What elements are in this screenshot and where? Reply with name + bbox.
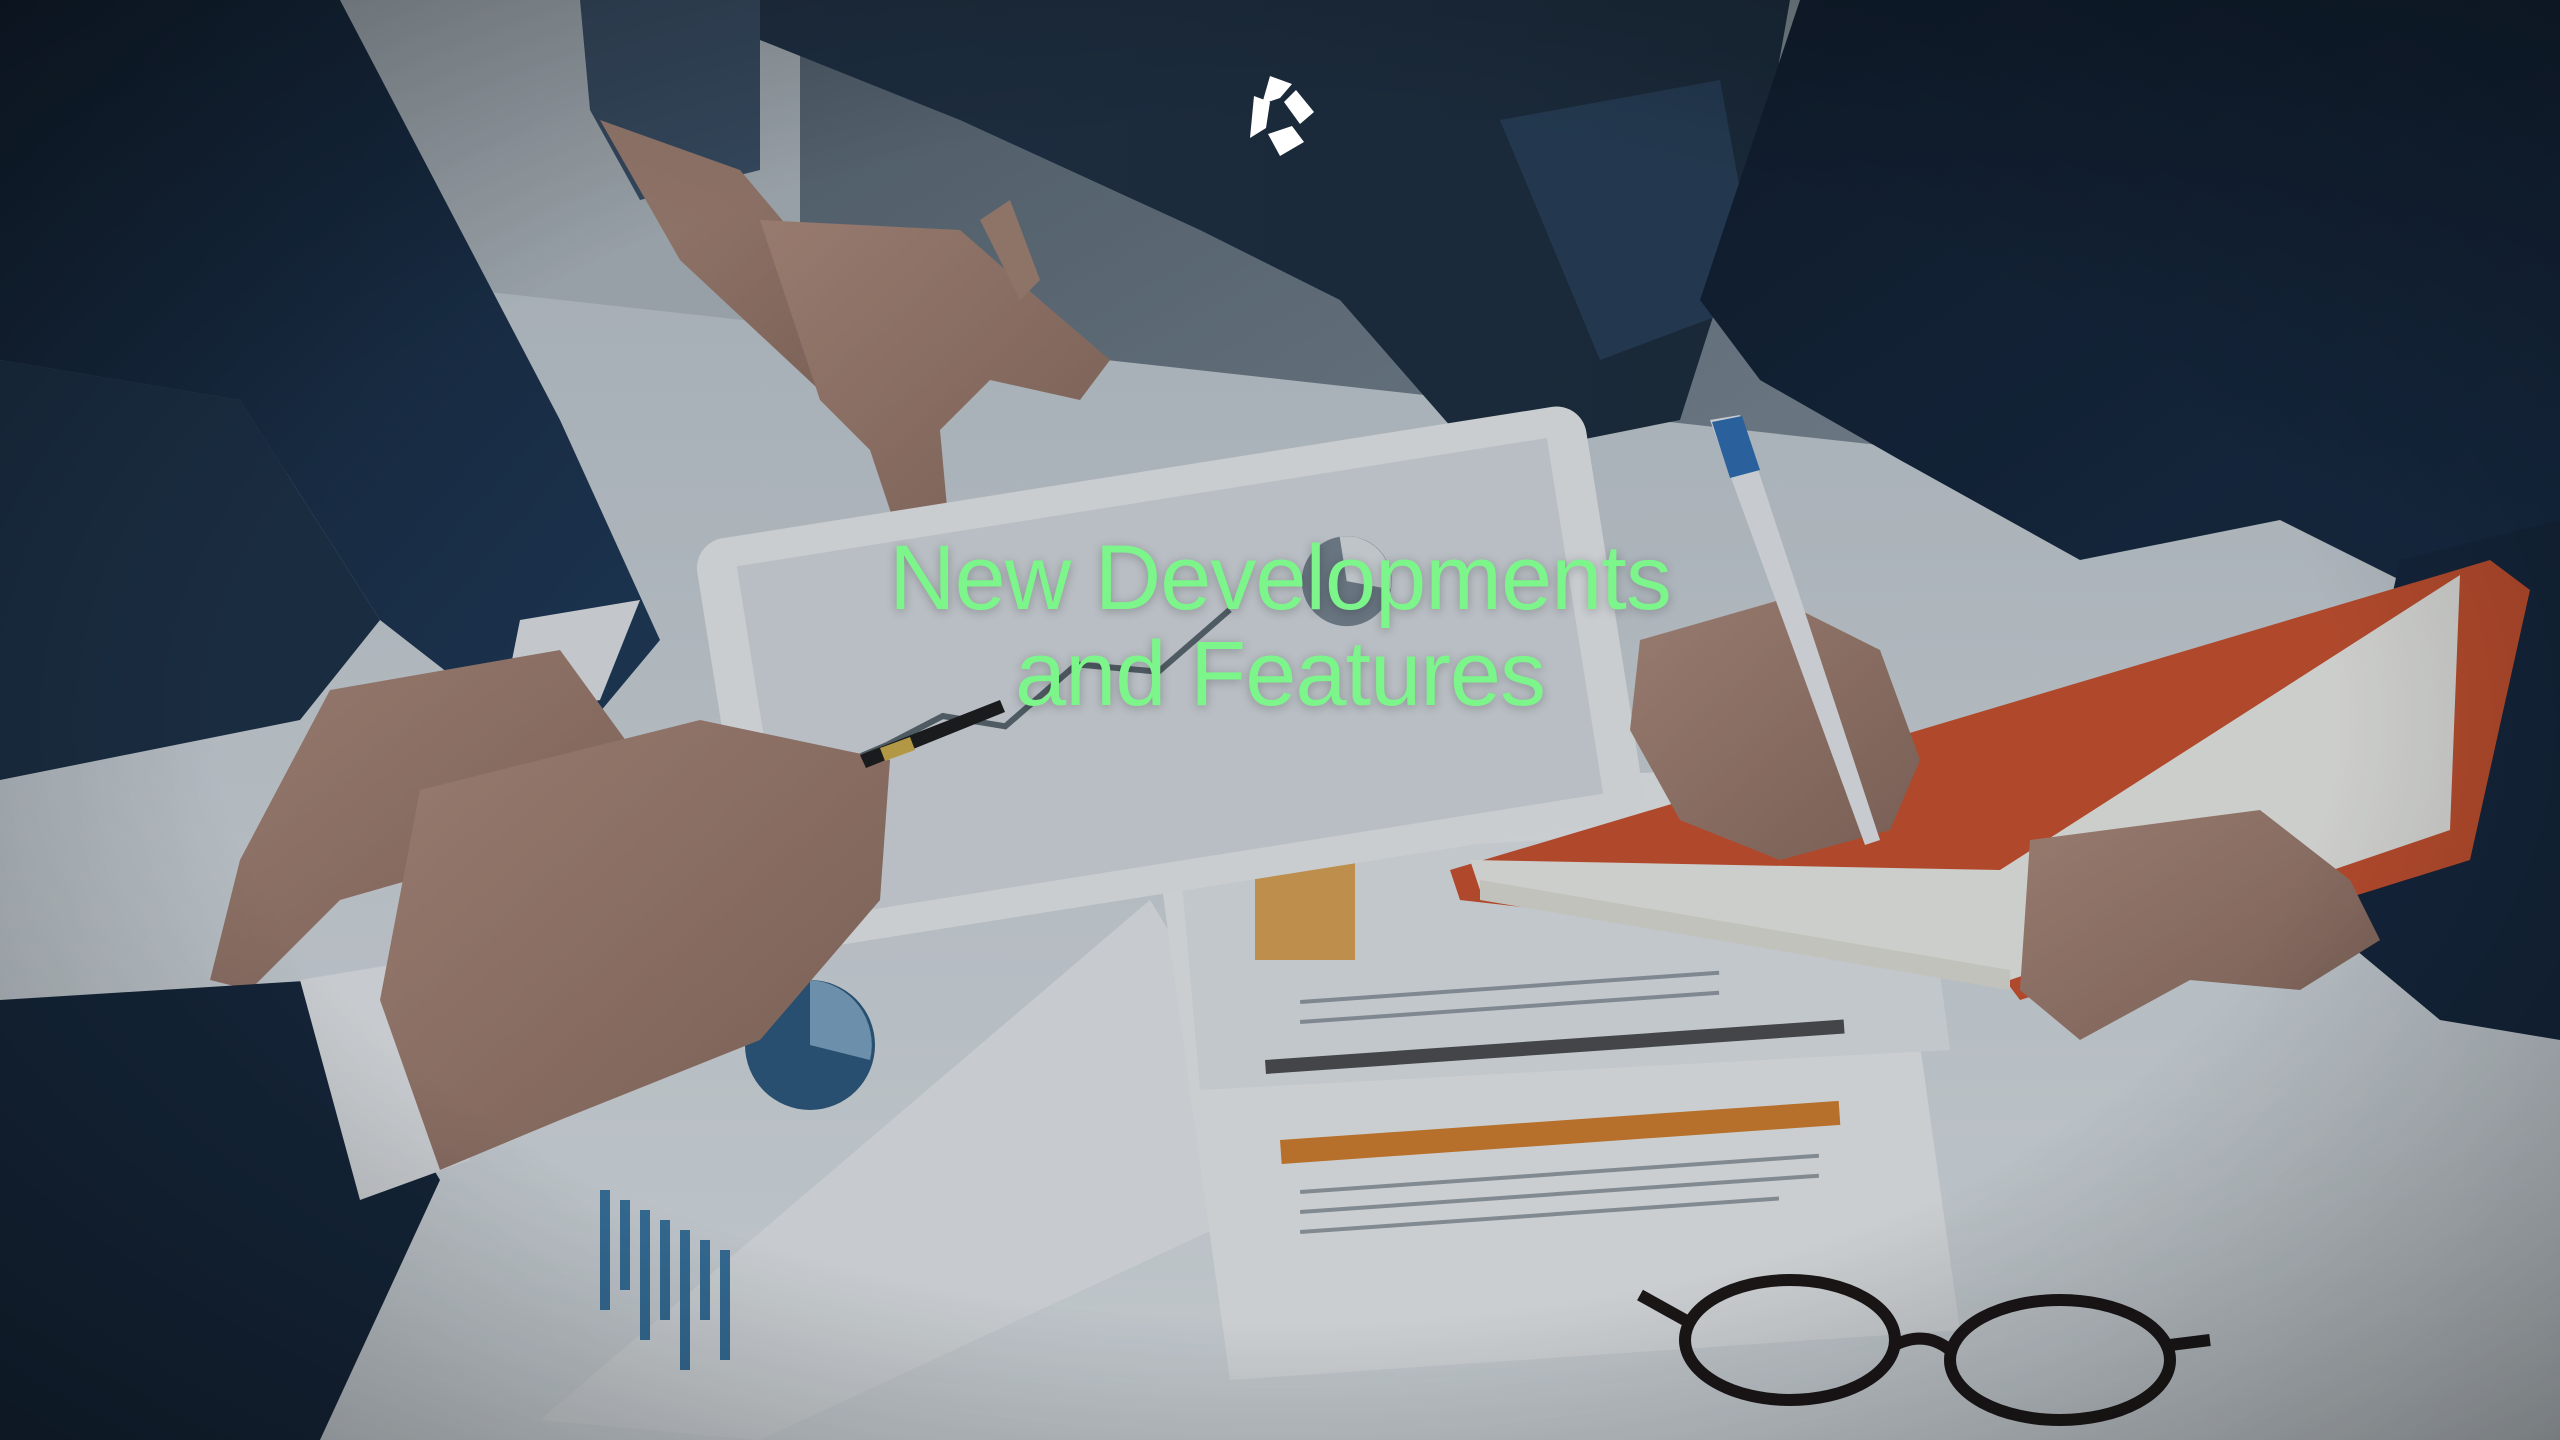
slide-title-line-1: New Developments [889,527,1672,629]
brand-logo-icon [1250,76,1314,156]
slide-canvas: New Developments and Features [0,0,2560,1440]
slide-title-line-2: and Features [1014,623,1546,725]
slide-title: New Developments and Features [680,530,1880,722]
